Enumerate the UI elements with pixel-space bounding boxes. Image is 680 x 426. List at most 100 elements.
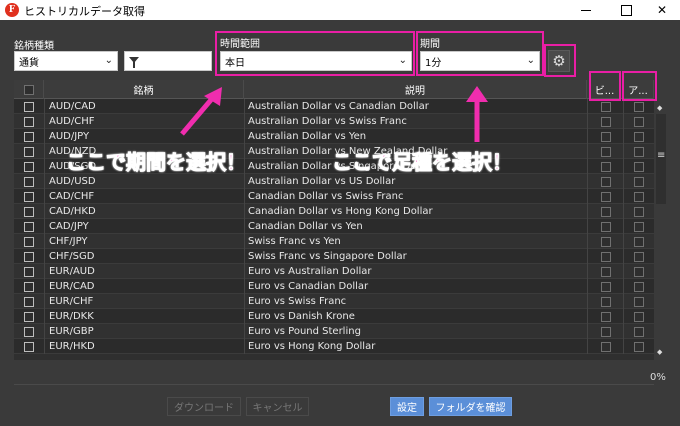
bid-cell[interactable] — [587, 129, 623, 144]
checkbox[interactable] — [600, 101, 611, 112]
row-select-cell[interactable] — [14, 294, 44, 309]
ask-cell[interactable] — [623, 129, 654, 144]
checkbox[interactable] — [24, 146, 34, 157]
row-select-cell[interactable] — [14, 324, 44, 339]
checkbox[interactable] — [600, 281, 611, 292]
row-select-cell[interactable] — [14, 99, 44, 114]
checkbox[interactable] — [634, 161, 644, 172]
checkbox[interactable] — [24, 266, 34, 277]
bid-cell[interactable] — [587, 174, 623, 189]
checkbox[interactable] — [24, 176, 34, 187]
ask-cell[interactable] — [623, 189, 654, 204]
minimize-button[interactable] — [568, 0, 604, 20]
table-row[interactable]: CHF/SGD Swiss Franc vs Singapore Dollar — [14, 249, 654, 264]
bid-cell[interactable] — [587, 159, 623, 174]
symbol-type-select[interactable]: 通貨 ⌄ — [14, 51, 118, 71]
ask-cell[interactable] — [623, 309, 654, 324]
checkbox[interactable] — [24, 101, 34, 112]
bid-cell[interactable] — [587, 144, 623, 159]
table-row[interactable]: EUR/HKD Euro vs Hong Kong Dollar — [14, 339, 654, 354]
bid-cell[interactable] — [587, 309, 623, 324]
bid-cell[interactable] — [587, 249, 623, 264]
select-all-header[interactable] — [14, 80, 44, 99]
ask-cell[interactable] — [623, 264, 654, 279]
table-row[interactable]: EUR/CHF Euro vs Swiss Franc — [14, 294, 654, 309]
ask-cell[interactable] — [623, 144, 654, 159]
checkbox[interactable] — [24, 206, 34, 217]
checkbox[interactable] — [600, 236, 611, 247]
bid-cell[interactable] — [587, 339, 623, 354]
row-select-cell[interactable] — [14, 189, 44, 204]
checkbox[interactable] — [634, 326, 644, 337]
checkbox[interactable] — [600, 146, 611, 157]
checkbox[interactable] — [634, 206, 644, 217]
period-select[interactable]: 1分 ⌄ — [420, 51, 540, 71]
checkbox[interactable] — [600, 176, 611, 187]
checkbox[interactable] — [634, 236, 644, 247]
ask-cell[interactable] — [623, 159, 654, 174]
row-select-cell[interactable] — [14, 309, 44, 324]
settings-gear-button[interactable]: ⚙ — [548, 50, 570, 72]
row-select-cell[interactable] — [14, 249, 44, 264]
bid-cell[interactable] — [587, 294, 623, 309]
row-select-cell[interactable] — [14, 144, 44, 159]
row-select-cell[interactable] — [14, 129, 44, 144]
ask-cell[interactable] — [623, 99, 654, 114]
row-select-cell[interactable] — [14, 339, 44, 354]
ask-cell[interactable] — [623, 249, 654, 264]
checkbox[interactable] — [634, 281, 644, 292]
row-select-cell[interactable] — [14, 174, 44, 189]
checkbox[interactable] — [24, 131, 34, 142]
checkbox[interactable] — [24, 326, 34, 337]
checkbox[interactable] — [24, 116, 34, 127]
scroll-up-icon[interactable]: ◆ — [657, 104, 662, 112]
checkbox[interactable] — [634, 146, 644, 157]
bid-cell[interactable] — [587, 219, 623, 234]
checkbox[interactable] — [23, 84, 34, 95]
checkbox[interactable] — [634, 311, 644, 322]
ask-column-header[interactable]: ア... — [623, 80, 654, 99]
symbol-column-header[interactable]: 銘柄 — [44, 80, 244, 99]
close-button[interactable]: ✕ — [644, 0, 680, 20]
bid-cell[interactable] — [587, 114, 623, 129]
bid-cell[interactable] — [587, 189, 623, 204]
checkbox[interactable] — [634, 116, 644, 127]
checkbox[interactable] — [24, 281, 34, 292]
checkbox[interactable] — [24, 311, 34, 322]
table-row[interactable]: CAD/HKD Canadian Dollar vs Hong Kong Doll… — [14, 204, 654, 219]
table-row[interactable]: AUD/JPY Australian Dollar vs Yen — [14, 129, 654, 144]
table-row[interactable]: CAD/CHF Canadian Dollar vs Swiss Franc — [14, 189, 654, 204]
bid-cell[interactable] — [587, 279, 623, 294]
checkbox[interactable] — [634, 341, 644, 352]
checkbox[interactable] — [600, 311, 611, 322]
row-select-cell[interactable] — [14, 279, 44, 294]
checkbox[interactable] — [634, 251, 644, 262]
bid-column-header[interactable]: ビ... — [587, 80, 623, 99]
row-select-cell[interactable] — [14, 234, 44, 249]
maximize-button[interactable] — [608, 0, 644, 20]
ask-cell[interactable] — [623, 204, 654, 219]
checkbox[interactable] — [634, 176, 644, 187]
row-select-cell[interactable] — [14, 219, 44, 234]
open-folder-button[interactable]: フォルダを確認 — [429, 397, 512, 416]
checkbox[interactable] — [600, 326, 611, 337]
scrollbar[interactable]: ◆ ≡ ◆ — [654, 80, 668, 360]
checkbox[interactable] — [634, 221, 644, 232]
ask-cell[interactable] — [623, 114, 654, 129]
table-row[interactable]: EUR/GBP Euro vs Pound Sterling — [14, 324, 654, 339]
checkbox[interactable] — [600, 221, 611, 232]
bid-cell[interactable] — [587, 324, 623, 339]
ask-cell[interactable] — [623, 294, 654, 309]
ask-cell[interactable] — [623, 324, 654, 339]
checkbox[interactable] — [634, 266, 644, 277]
checkbox[interactable] — [24, 341, 34, 352]
ask-cell[interactable] — [623, 234, 654, 249]
table-row[interactable]: EUR/AUD Euro vs Australian Dollar — [14, 264, 654, 279]
checkbox[interactable] — [24, 296, 34, 307]
scroll-down-icon[interactable]: ◆ — [657, 348, 662, 356]
bid-cell[interactable] — [587, 204, 623, 219]
checkbox[interactable] — [634, 296, 644, 307]
checkbox[interactable] — [600, 251, 611, 262]
bid-cell[interactable] — [587, 234, 623, 249]
download-button[interactable]: ダウンロード — [167, 397, 241, 416]
